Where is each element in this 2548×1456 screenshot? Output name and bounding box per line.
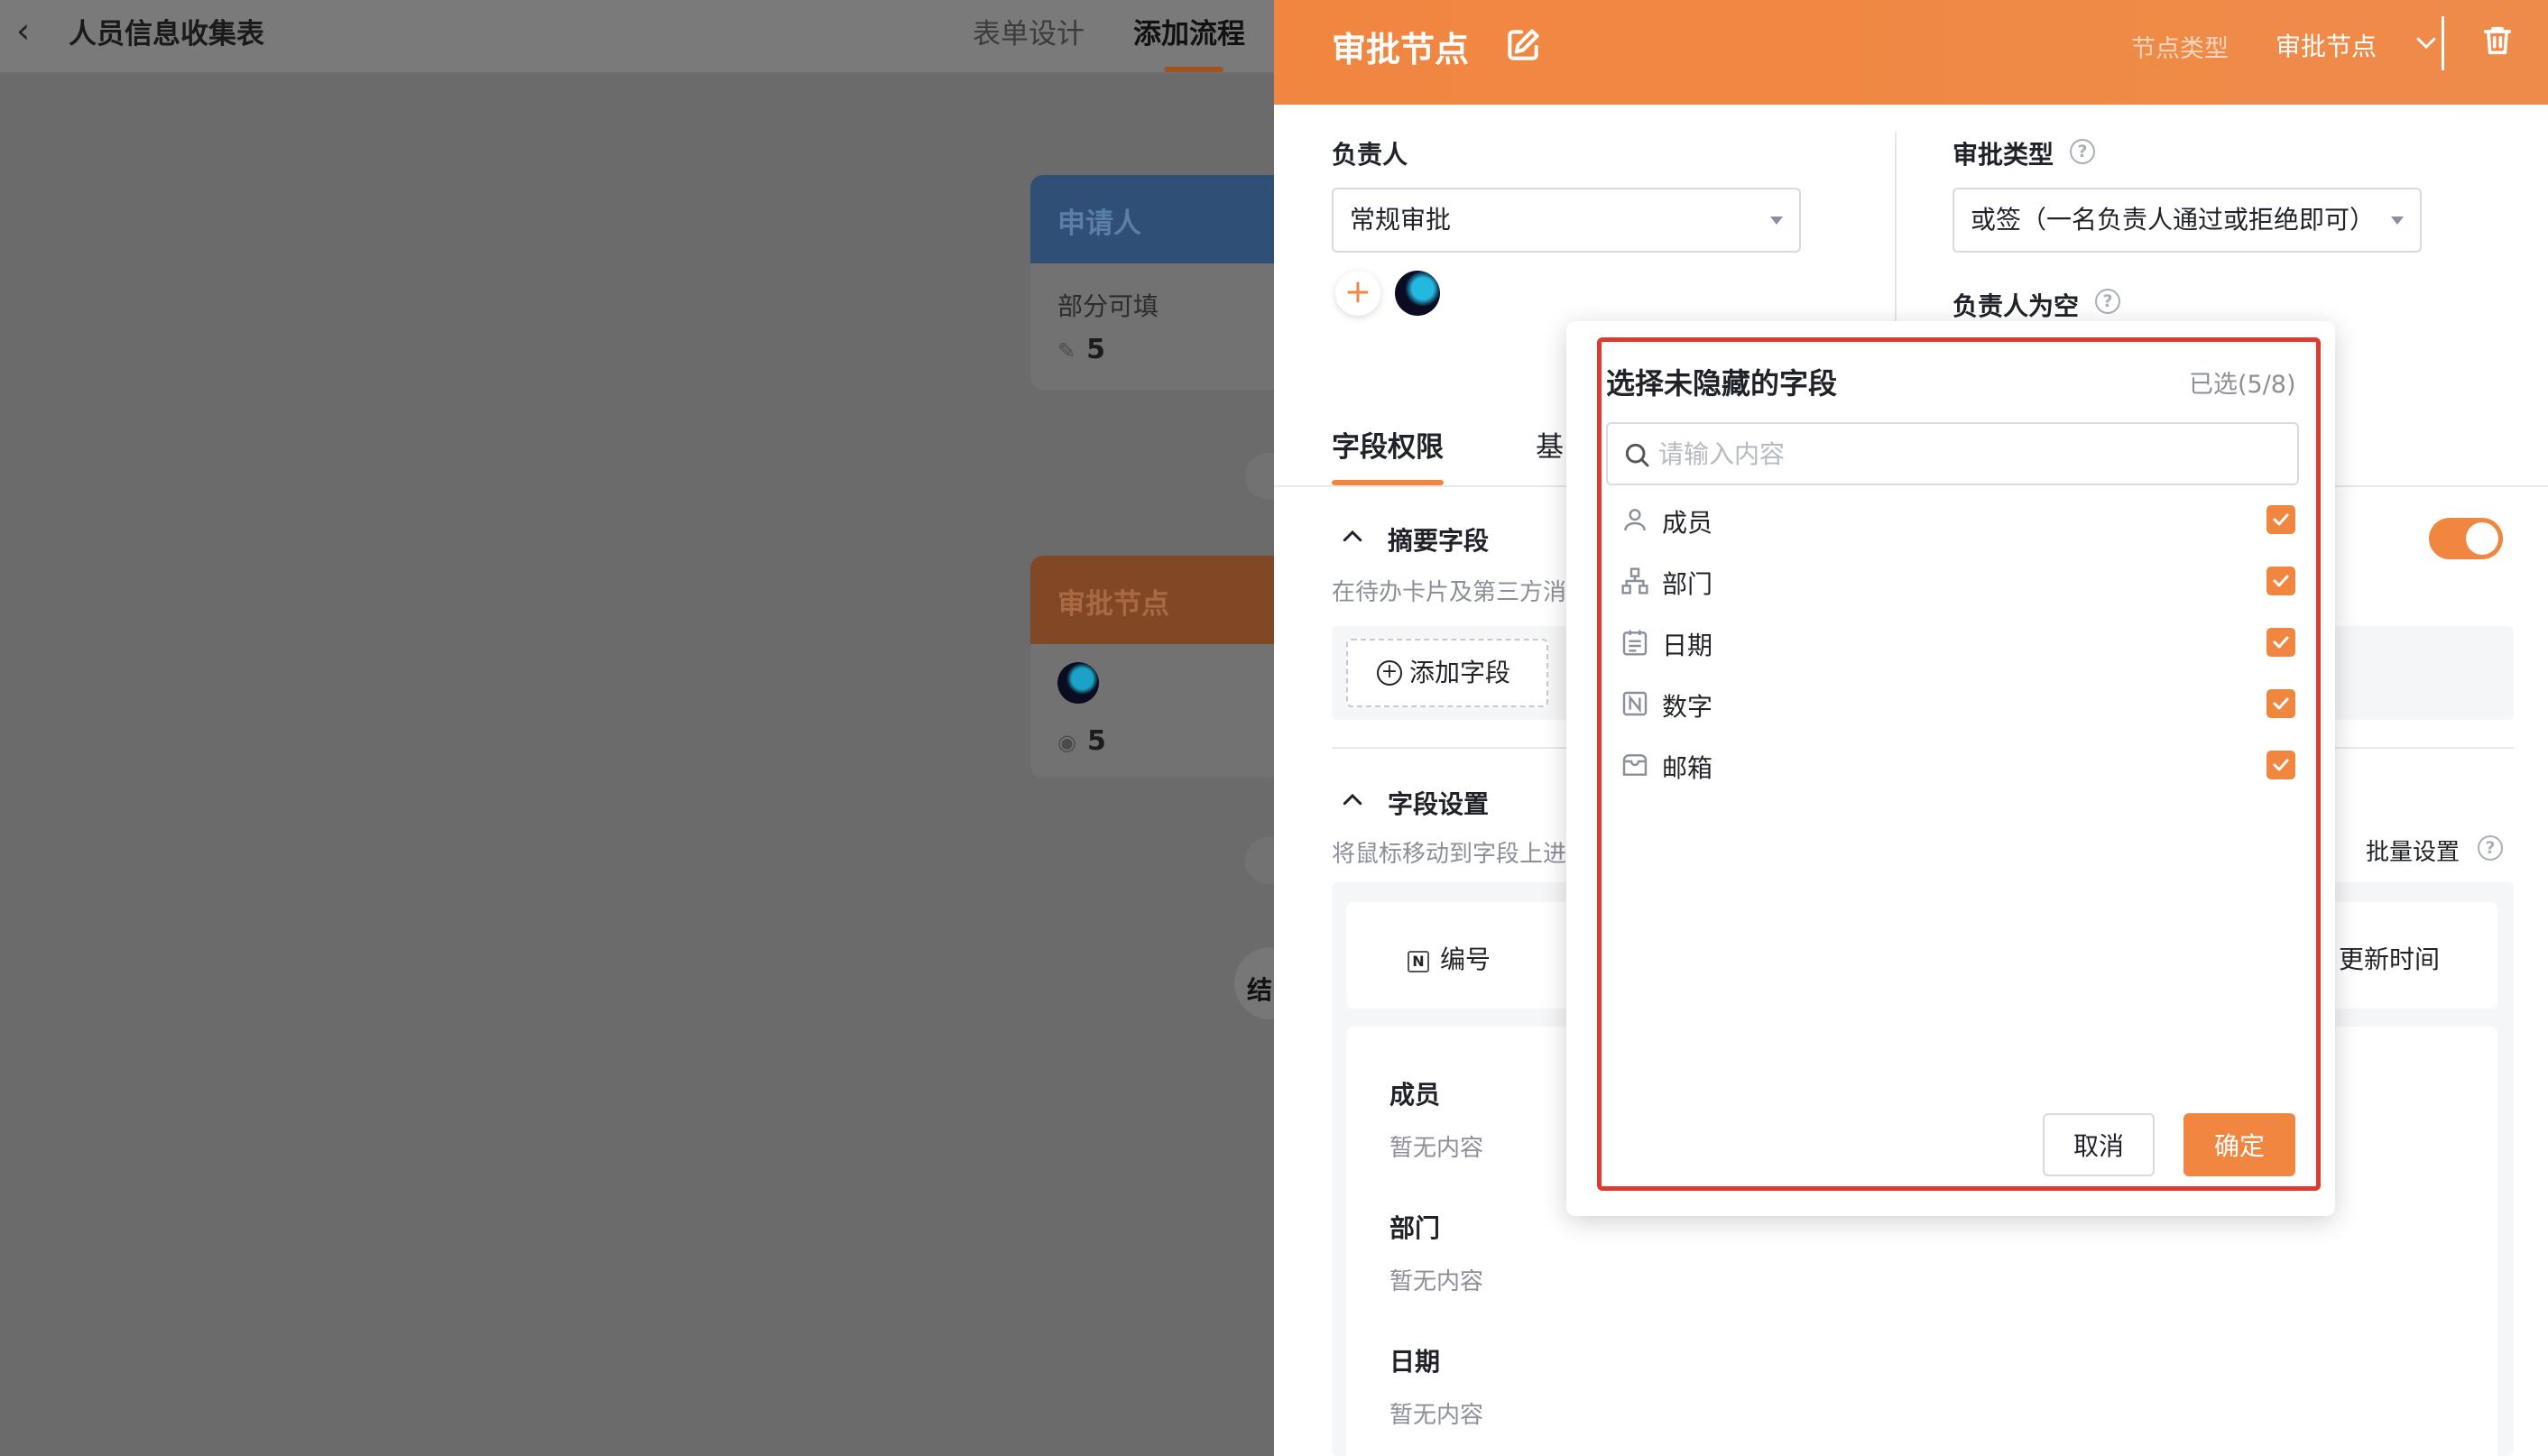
applicant-node[interactable]: 申请人 部分可填 ✎ 5 [1030, 175, 1274, 390]
summary-toggle[interactable] [2429, 518, 2503, 559]
field-row-value: 暂无内容 [1389, 1135, 1484, 1162]
summary-section-title: 摘要字段 [1388, 526, 1490, 556]
popup-title: 选择未隐藏的字段 [1606, 366, 1838, 401]
search-icon [1625, 443, 1649, 467]
add-person-button[interactable]: + [1335, 271, 1380, 316]
applicant-count-value: 5 [1086, 334, 1105, 365]
selected-count: 已选(5/8) [2189, 371, 2296, 399]
avatar[interactable] [1395, 271, 1440, 316]
form-title: 人员信息收集表 [69, 18, 264, 51]
field-option-label: 日期 [1662, 631, 1713, 660]
header-id-column: N 编号 [1408, 940, 1491, 976]
approval-node-title: 审批节点 [1030, 556, 1274, 644]
field-row-value: 暂无内容 [1389, 1402, 1484, 1429]
cancel-button[interactable]: 取消 [2043, 1113, 2155, 1176]
field-option-label: 部门 [1662, 569, 1713, 599]
field-row-name: 部门 [1389, 1213, 1441, 1243]
approval-type-select[interactable]: 或签（一名负责人通过或拒绝即可） [1953, 188, 2422, 253]
mailbox-icon [1622, 754, 1648, 776]
approval-type-select-value: 或签（一名负责人通过或拒绝即可） [1971, 205, 2376, 235]
drawer-header: 审批节点 节点类型 审批节点 [1274, 0, 2548, 105]
org-chart-icon [1621, 567, 1648, 594]
approval-type-label: 审批类型 [1953, 140, 2054, 170]
help-icon[interactable]: ? [2095, 289, 2120, 314]
field-row-name: 日期 [1389, 1347, 1441, 1377]
field-option[interactable]: 成员 [1606, 491, 2299, 548]
checkbox-checked[interactable] [2266, 689, 2295, 718]
checkbox-checked[interactable] [2266, 751, 2295, 779]
field-settings-title: 字段设置 [1388, 789, 1490, 819]
chevron-up-icon[interactable] [1339, 787, 1366, 814]
tab-field-permissions[interactable]: 字段权限 [1332, 424, 1444, 465]
batch-settings-link[interactable]: 批量设置 [2366, 834, 2460, 867]
help-icon[interactable]: ? [2478, 835, 2503, 861]
applicant-node-subtitle: 部分可填 [1057, 291, 1159, 321]
approval-count-value: 5 [1086, 725, 1106, 757]
checkbox-checked[interactable] [2266, 505, 2295, 534]
active-tab-indicator [1164, 67, 1223, 72]
tab-basic[interactable]: 基 [1536, 424, 1564, 465]
checkbox-checked[interactable] [2266, 567, 2295, 595]
edit-icon[interactable] [1503, 25, 1543, 65]
top-bar: ‹ 人员信息收集表 表单设计 添加流程 [0, 0, 1274, 74]
field-option[interactable]: 邮箱 [1606, 736, 2299, 794]
pencil-icon: ✎ [1057, 338, 1076, 364]
field-option[interactable]: 数字 [1606, 675, 2299, 733]
field-settings-desc: 将鼠标移动到字段上进 [1332, 841, 1567, 868]
number-icon [1622, 691, 1648, 716]
add-field-label: 添加字段 [1409, 658, 1511, 687]
person-icon [1624, 509, 1646, 531]
tab-add-flow[interactable]: 添加流程 [1133, 11, 1245, 51]
applicant-node-count: ✎ 5 [1057, 334, 1105, 365]
eye-icon: ◉ [1057, 730, 1076, 755]
confirm-button[interactable]: 确定 [2183, 1113, 2295, 1176]
node-type-label: 节点类型 [2131, 35, 2229, 63]
assignee-label: 负责人 [1332, 140, 1408, 170]
header-update-time: 更新时间 [2339, 945, 2441, 974]
drawer-title: 审批节点 [1332, 30, 1470, 69]
search-input[interactable] [1658, 433, 2281, 475]
field-row-name: 成员 [1389, 1080, 1441, 1110]
help-icon[interactable]: ? [2070, 139, 2095, 164]
field-row-value: 暂无内容 [1389, 1268, 1484, 1295]
plus-circle-icon: + [1377, 660, 1402, 686]
caret-down-icon [2391, 217, 2404, 225]
trash-icon[interactable] [2479, 22, 2516, 60]
add-field-button[interactable]: + 添加字段 [1346, 639, 1548, 707]
assignee-empty-label: 负责人为空 [1953, 291, 2080, 321]
avatar [1057, 662, 1099, 704]
field-option[interactable]: 部门 [1606, 552, 2299, 610]
header-divider [2442, 16, 2444, 70]
column-divider [1895, 132, 1897, 321]
number-icon: N [1408, 951, 1429, 972]
calendar-icon [1622, 630, 1648, 656]
end-node-label: 结 [1247, 975, 1273, 1005]
chevron-up-icon[interactable] [1339, 523, 1366, 550]
tab-form-design[interactable]: 表单设计 [973, 11, 1085, 51]
approval-node[interactable]: 审批节点 ◉ 5 [1030, 556, 1274, 778]
chevron-left-icon[interactable]: ‹ [16, 13, 52, 49]
applicant-node-title: 申请人 [1030, 175, 1274, 263]
node-type-select[interactable]: 审批节点 [2276, 27, 2377, 63]
approval-node-count: ◉ 5 [1057, 725, 1106, 757]
field-option-label: 邮箱 [1662, 753, 1713, 783]
field-option-label: 数字 [1662, 692, 1713, 722]
chevron-down-icon[interactable] [2413, 29, 2440, 56]
field-option[interactable]: 日期 [1606, 613, 2299, 671]
caret-down-icon [1770, 217, 1783, 225]
summary-section-desc: 在待办卡片及第三方消 [1332, 579, 1567, 606]
assignee-select[interactable]: 常规审批 [1332, 188, 1801, 253]
assignee-select-value: 常规审批 [1350, 205, 1452, 235]
header-id-label: 编号 [1440, 945, 1491, 974]
field-option-label: 成员 [1662, 508, 1713, 538]
checkbox-checked[interactable] [2266, 628, 2295, 657]
